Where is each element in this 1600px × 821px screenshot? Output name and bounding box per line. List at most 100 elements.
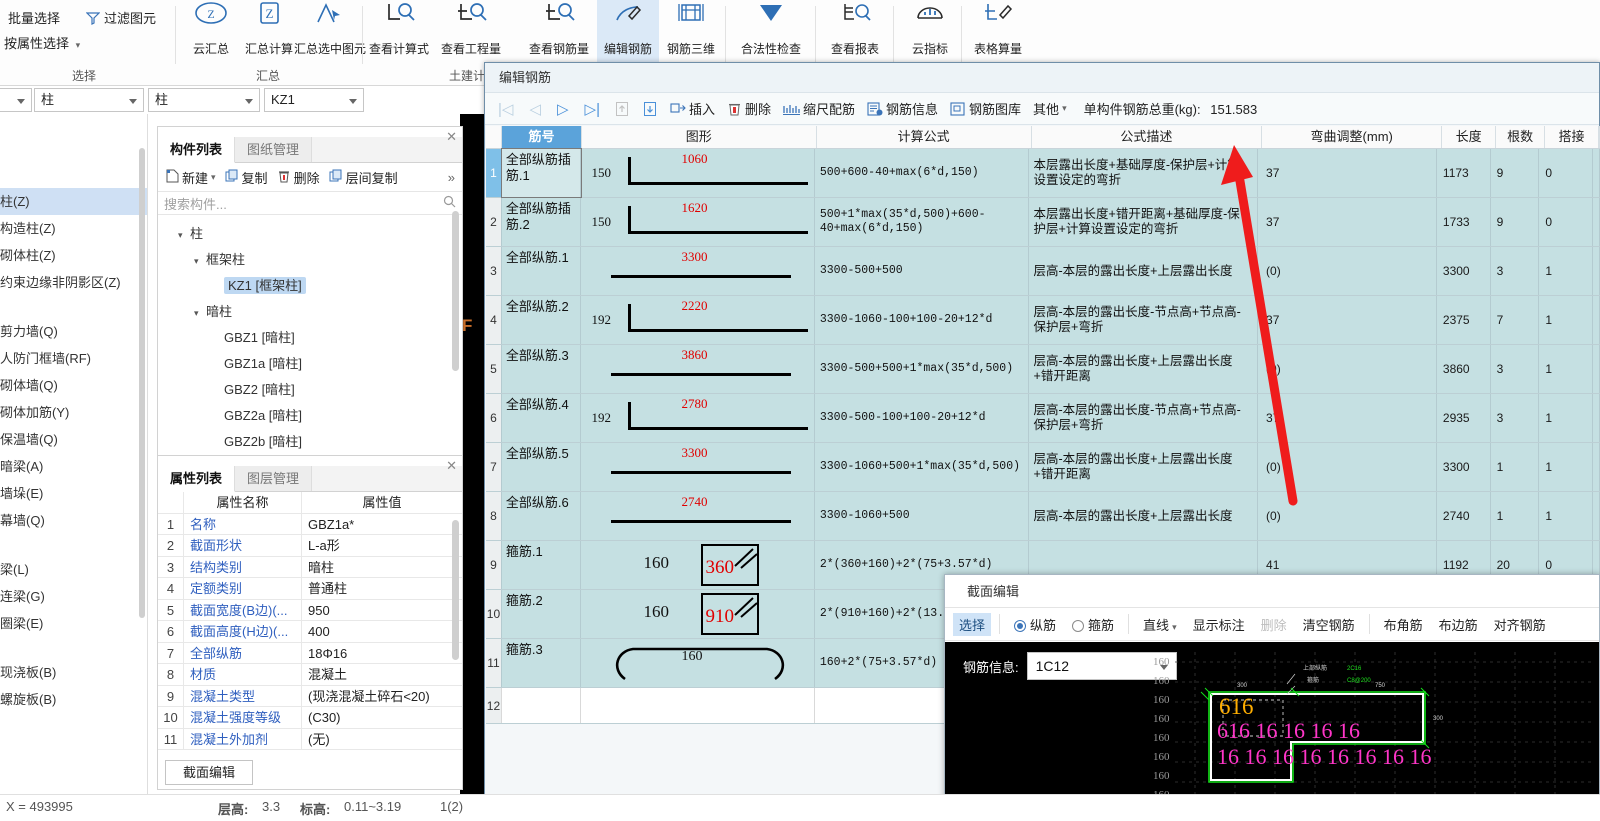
column-header-rebar-no[interactable]: 筋号 [501, 126, 582, 148]
last-record-button[interactable]: ▷| [578, 100, 607, 118]
stirrup-radio[interactable]: 箍筋 [1066, 613, 1120, 636]
cell-shape[interactable]: 192 2780 [581, 394, 815, 442]
table-row[interactable]: 4 全部纵筋.2 192 2220 3300-1060-100+100-20+12*d 层… [486, 296, 1600, 345]
property-row[interactable]: 7 全部纵筋 18Φ16 [158, 642, 462, 664]
cell-length[interactable]: 1173 [1437, 149, 1491, 197]
line-tool-button[interactable]: 直线 ▾ [1137, 613, 1183, 636]
table-row[interactable]: 2 全部纵筋插筋.2 150 1620 500+1*max(35*d,500)+600-… [486, 198, 1600, 247]
align-rebar-button[interactable]: 对齐钢筋 [1488, 613, 1552, 636]
table-row[interactable]: 3 全部纵筋.1 3300 3300-500+500 层高-本层的露出长度+上层露出长度… [486, 247, 1600, 296]
property-row[interactable]: 2 截面形状 L-a形 [158, 535, 462, 557]
cell-formula[interactable]: 3300-500+500+1*max(35*d,500) [815, 345, 1029, 393]
cell-extra[interactable]: 0 [1593, 149, 1600, 197]
search-component-input[interactable]: 搜索构件... [158, 191, 462, 215]
next-record-button[interactable]: ▷ [550, 100, 576, 118]
nav-item-8[interactable]: 砌体加筋(Y) [0, 399, 147, 426]
table-row[interactable]: 6 全部纵筋.4 192 2780 3300-500-100+100-20+12*d 层高… [486, 394, 1600, 443]
section-edit-button[interactable]: 截面编辑 [165, 760, 253, 785]
cell-rebar-no[interactable]: 全部纵筋.1 [502, 247, 582, 295]
table-row[interactable]: 8 全部纵筋.6 2740 3300-1060+500 层高-本层的露出长度+上层露出长… [486, 492, 1600, 541]
ribbon-button-view-quantity[interactable]: 查看工程量 [435, 0, 507, 66]
cell-shape[interactable]: 150 1060 [581, 149, 815, 197]
close-icon[interactable]: ✕ [446, 129, 457, 145]
chevron-down-icon[interactable]: ▾ [194, 300, 206, 326]
cell-shape[interactable]: 2740 [581, 492, 815, 540]
cell-formula[interactable]: 3300-1060+500+1*max(35*d,500) [815, 443, 1029, 491]
cell-extra[interactable]: 0 [1593, 394, 1600, 442]
chevron-down-icon[interactable]: ▾ [178, 222, 190, 248]
nav-item-7[interactable]: 砌体墙(Q) [0, 372, 147, 399]
element-type-nav[interactable]: 柱(Z) 构造柱(Z) 砌体柱(Z) 约束边缘非阴影区(Z) 剪力墙(Q) 人防门框墙(R… [0, 114, 148, 794]
ribbon-button-sum-selected[interactable]: 汇总选中图元 [294, 0, 366, 66]
column-header-description[interactable]: 公式描述 [1032, 126, 1263, 148]
tree-node-0[interactable]: ▾ 柱 [158, 221, 462, 247]
cell-formula[interactable]: 500+600-40+max(6*d,150) [815, 149, 1029, 197]
close-icon[interactable]: ✕ [446, 458, 457, 474]
cell-bend-adjust[interactable]: 37 [1258, 394, 1437, 442]
column-header-count[interactable]: 根数 [1496, 126, 1546, 148]
property-value[interactable]: 混凝土 [302, 664, 462, 685]
cell-lap[interactable]: 1 [1539, 492, 1593, 540]
ribbon-button-view-rebar-qty[interactable]: 查看钢筋量 [523, 0, 595, 66]
tree-node-5[interactable]: GBZ1a [暗柱] [158, 351, 462, 377]
other-button[interactable]: 其他 ▾ [1028, 97, 1072, 120]
cell-lap[interactable]: 0 [1539, 198, 1593, 246]
tree-scrollbar[interactable] [452, 211, 459, 371]
property-row[interactable]: 3 结构类别 暗柱 [158, 556, 462, 578]
ribbon-button-view-report[interactable]: 查看报表 [821, 0, 889, 66]
new-component-button[interactable]: 新建 ▾ [162, 167, 219, 188]
nav-item-2[interactable]: 砌体柱(Z) [0, 242, 147, 269]
ribbon-button-edit-rebar[interactable]: 编辑钢筋 [597, 0, 659, 66]
category-select[interactable]: 柱 [34, 88, 144, 112]
cell-count[interactable]: 1 [1491, 443, 1540, 491]
cell-shape[interactable]: 3300 [581, 247, 815, 295]
cell-formula[interactable]: 3300-500+500 [815, 247, 1029, 295]
select-by-attribute-button[interactable]: 按属性选择 ▾ [4, 33, 80, 52]
select-tool-button[interactable]: 选择 [953, 612, 992, 636]
cell-description[interactable]: 层高-本层的露出长度-节点高+节点高-保护层+弯折 [1029, 394, 1259, 442]
nav-item-3[interactable]: 约束边缘非阴影区(Z) [0, 269, 147, 296]
column-header-bend-adjust[interactable]: 弯曲调整(mm) [1262, 126, 1443, 148]
nav-scrollbar[interactable] [139, 148, 145, 618]
nav-item-15[interactable]: 连梁(G) [0, 583, 147, 610]
cell-length[interactable]: 3860 [1437, 345, 1491, 393]
cell-rebar-no[interactable]: 全部纵筋插筋.1 [500, 148, 583, 198]
cell-shape[interactable]: 160 360 [581, 541, 815, 589]
table-row[interactable]: 1 全部纵筋插筋.1 150 1060 500+600-40+max(6*d,150) 本… [486, 148, 1600, 198]
nav-item-11[interactable]: 墙垛(E) [0, 480, 147, 507]
cell-length[interactable]: 2740 [1437, 492, 1491, 540]
property-value[interactable]: 暗柱 [302, 557, 462, 578]
cell-extra[interactable]: 0 [1593, 443, 1600, 491]
table-row[interactable]: 5 全部纵筋.3 3860 3300-500+500+1*max(35*d,500) 层… [486, 345, 1600, 394]
nav-item-16[interactable]: 圈梁(E) [0, 610, 147, 637]
column-header-shape[interactable]: 图形 [582, 126, 817, 148]
tree-node-6[interactable]: GBZ2 [暗柱] [158, 377, 462, 403]
ribbon-button-validity-check[interactable]: 合法性检查 [731, 0, 811, 66]
tree-node-4[interactable]: GBZ1 [暗柱] [158, 325, 462, 351]
cell-rebar-no[interactable]: 全部纵筋.4 [502, 394, 582, 442]
tab-layer-management[interactable]: 图层管理 [235, 466, 313, 491]
cell-shape[interactable]: 3300 [581, 443, 815, 491]
cell-bend-adjust[interactable]: (0) [1258, 492, 1437, 540]
tab-component-list[interactable]: 构件列表 [158, 137, 236, 163]
cell-length[interactable]: 2375 [1437, 296, 1491, 344]
table-row[interactable]: 7 全部纵筋.5 3300 3300-1060+500+1*max(35*d,500)… [486, 443, 1600, 492]
cell-formula[interactable]: 3300-1060-100+100-20+12*d [815, 296, 1029, 344]
cell-length[interactable]: 2935 [1437, 394, 1491, 442]
show-annotation-button[interactable]: 显示标注 [1187, 613, 1251, 636]
cell-lap[interactable]: 0 [1539, 149, 1593, 197]
cell-lap[interactable]: 1 [1539, 394, 1593, 442]
cell-rebar-no[interactable]: 箍筋.3 [502, 639, 582, 687]
cell-formula[interactable]: 3300-1060+500 [815, 492, 1029, 540]
cell-rebar-no[interactable]: 箍筋.2 [502, 590, 582, 638]
cell-bend-adjust[interactable]: 37 [1258, 296, 1437, 344]
nav-item-6[interactable]: 人防门框墙(RF) [0, 345, 147, 372]
cell-count[interactable]: 7 [1491, 296, 1540, 344]
property-row[interactable]: 11 混凝土外加剂 (无) [158, 728, 462, 750]
nav-item-19[interactable]: 螺旋板(B) [0, 686, 147, 713]
tab-drawing-management[interactable]: 图纸管理 [235, 137, 313, 162]
nav-item-18[interactable]: 现浇板(B) [0, 659, 147, 686]
rebar-library-button[interactable]: 钢筋图库 [945, 97, 1026, 120]
property-row[interactable]: 8 材质 混凝土 [158, 664, 462, 686]
ribbon-button-view-formula[interactable]: 查看计算式 [363, 0, 435, 66]
